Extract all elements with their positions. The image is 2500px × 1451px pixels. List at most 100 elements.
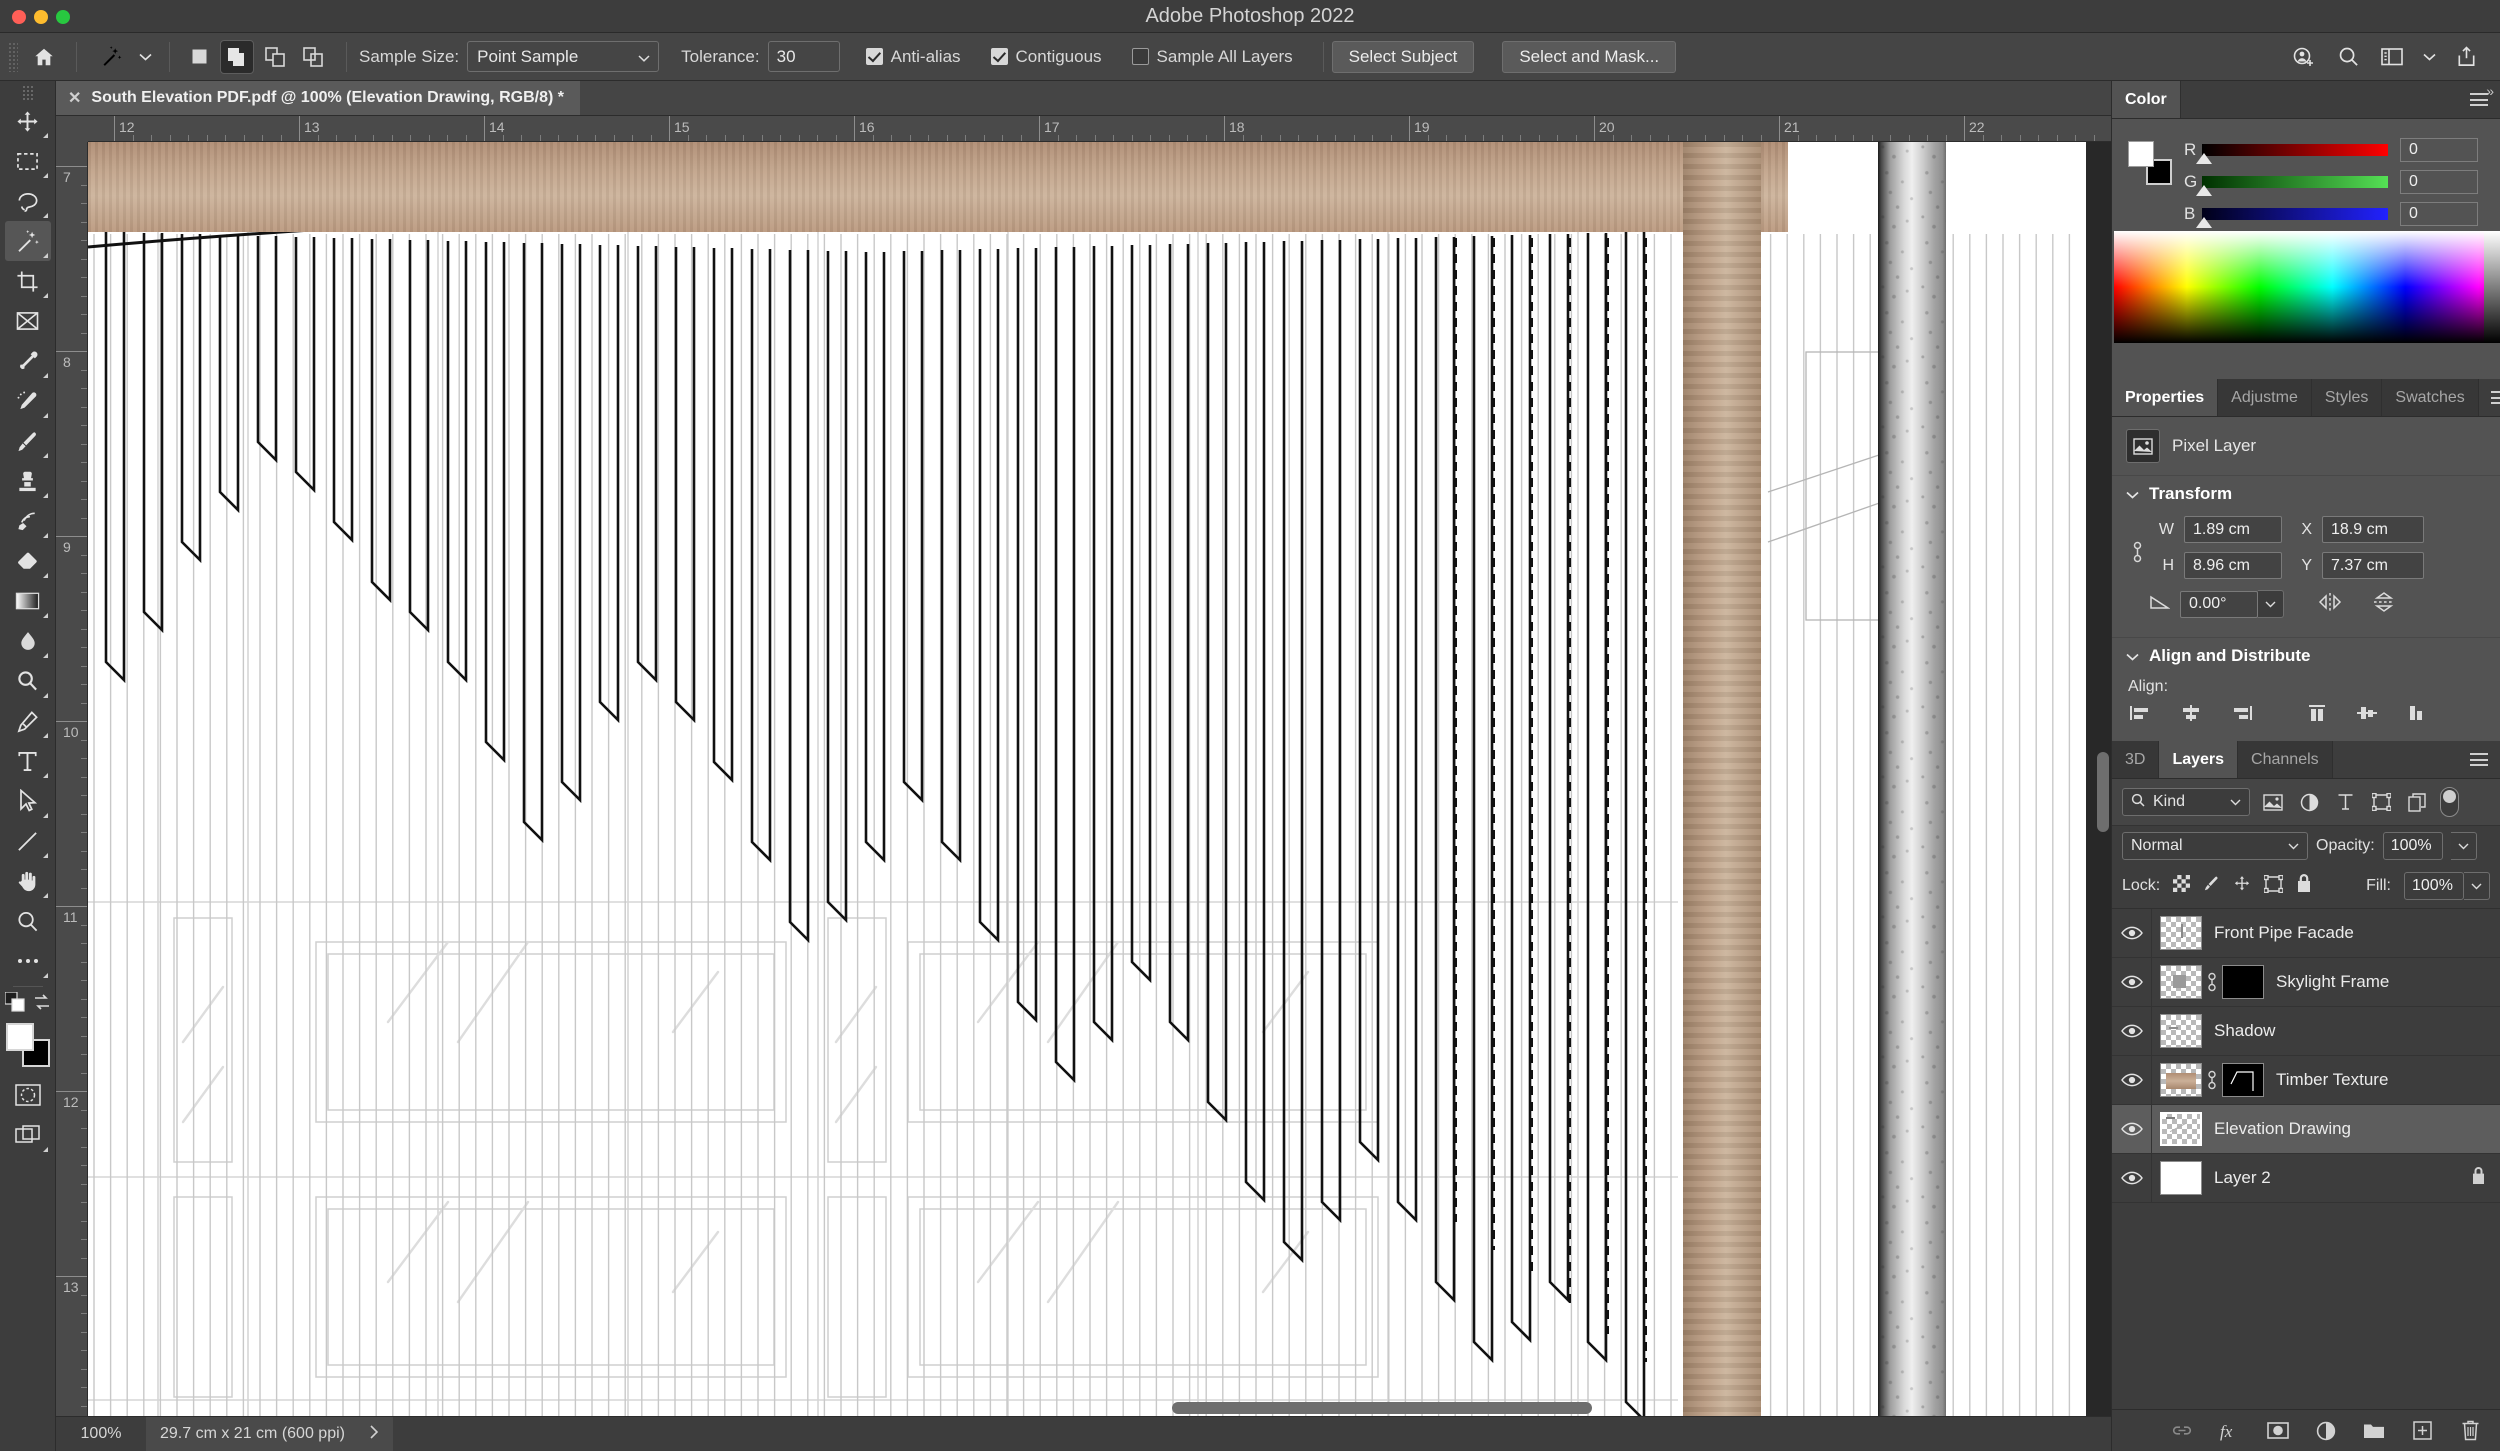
channel-value-b[interactable]: 0 [2400, 202, 2478, 226]
zoom-level[interactable]: 100% [56, 1425, 146, 1443]
new-layer-icon[interactable] [2409, 1418, 2435, 1444]
document-viewport[interactable] [88, 142, 2111, 1416]
align-center-h-icon[interactable] [2180, 704, 2202, 727]
dodge-tool[interactable] [5, 661, 51, 701]
filter-adjustment-icon[interactable] [2296, 790, 2322, 814]
flip-horizontal-icon[interactable] [2316, 592, 2344, 617]
chevron-down-icon[interactable] [2126, 646, 2139, 666]
document-tab[interactable]: ✕ South Elevation PDF.pdf @ 100% (Elevat… [56, 81, 580, 115]
align-right-icon[interactable] [2230, 704, 2252, 727]
align-center-v-icon[interactable] [2356, 704, 2378, 727]
tab-adjustments[interactable]: Adjustme [2218, 379, 2312, 416]
clone-stamp-tool[interactable] [5, 461, 51, 501]
sample-all-layers-checkbox[interactable] [1131, 48, 1149, 65]
edit-toolbar-ellipsis-icon[interactable] [5, 941, 51, 981]
layer-mask-thumbnail[interactable] [2222, 1063, 2264, 1097]
contiguous-checkbox-wrap[interactable]: Contiguous [990, 47, 1110, 67]
line-tool[interactable] [5, 821, 51, 861]
color-panel-swatches[interactable] [2128, 141, 2172, 185]
selection-mode-intersect-with-selection[interactable] [296, 40, 330, 74]
layer-row[interactable]: Shadow [2112, 1006, 2500, 1056]
layer-visibility-eye-icon[interactable] [2112, 1104, 2152, 1154]
filter-smart-object-icon[interactable] [2404, 790, 2430, 814]
active-tool-icon[interactable] [89, 39, 133, 75]
canvas-vertical-scrollbar[interactable] [2097, 172, 2109, 1412]
channel-slider-r[interactable] [2196, 144, 2388, 164]
rectangular-marquee-tool[interactable] [5, 141, 51, 181]
options-bar-grip[interactable] [8, 41, 18, 72]
layer-thumbnail[interactable] [2160, 916, 2202, 950]
tool-preset-chevron-down-icon[interactable] [133, 39, 157, 75]
quick-mask-icon[interactable] [5, 1075, 51, 1115]
chevron-down-icon[interactable] [2416, 39, 2442, 75]
link-layers-icon[interactable] [2169, 1418, 2195, 1444]
align-left-icon[interactable] [2130, 704, 2152, 727]
delete-layer-icon[interactable] [2457, 1418, 2483, 1444]
layer-style-fx-icon[interactable]: fx [2217, 1418, 2243, 1444]
layer-thumbnail[interactable] [2160, 965, 2202, 999]
layer-visibility-eye-icon[interactable] [2112, 1006, 2152, 1056]
anti-alias-checkbox[interactable] [865, 48, 883, 65]
layer-locked-icon[interactable] [2471, 1166, 2486, 1190]
channel-slider-g[interactable] [2196, 176, 2388, 196]
close-icon[interactable]: ✕ [68, 88, 81, 108]
layer-row[interactable]: Elevation Drawing [2112, 1104, 2500, 1154]
channel-value-g[interactable]: 0 [2400, 170, 2478, 194]
filter-shape-icon[interactable] [2368, 790, 2394, 814]
tab-styles[interactable]: Styles [2311, 379, 2383, 416]
align-section-header[interactable]: Align and Distribute [2112, 637, 2500, 674]
blend-mode-select[interactable]: Normal [2122, 832, 2308, 860]
panel-menu-icon[interactable] [2479, 379, 2500, 416]
selection-mode-add-to-selection[interactable] [220, 39, 254, 74]
layer-visibility-eye-icon[interactable] [2112, 1055, 2152, 1105]
eraser-tool[interactable] [5, 541, 51, 581]
hand-tool[interactable] [5, 861, 51, 901]
fill-value[interactable]: 100% [2404, 872, 2464, 900]
crop-tool[interactable] [5, 261, 51, 301]
brush-tool[interactable] [5, 421, 51, 461]
zoom-tool[interactable] [5, 901, 51, 941]
y-field[interactable]: 7.37 cm [2322, 552, 2424, 579]
filter-pixel-icon[interactable] [2260, 790, 2286, 814]
screen-mode-icon[interactable] [5, 1115, 51, 1155]
layer-thumbnail[interactable] [2160, 1161, 2202, 1195]
x-field[interactable]: 18.9 cm [2322, 516, 2424, 543]
tab-3d[interactable]: 3D [2112, 741, 2160, 778]
type-tool[interactable] [5, 741, 51, 781]
height-field[interactable]: 8.96 cm [2184, 552, 2282, 579]
layer-visibility-eye-icon[interactable] [2112, 1153, 2152, 1203]
fill-stepper-chevron-down-icon[interactable] [2464, 872, 2490, 900]
layer-row[interactable]: Timber Texture [2112, 1055, 2500, 1105]
gradient-tool[interactable] [5, 581, 51, 621]
layer-mask-thumbnail[interactable] [2222, 965, 2264, 999]
tab-color[interactable]: Color [2112, 81, 2181, 118]
transform-section-header[interactable]: Transform [2112, 475, 2500, 512]
layer-row[interactable]: Front Pipe Facade [2112, 908, 2500, 958]
horizontal-ruler[interactable]: 12 13 14 15 16 17 18 19 20 21 22 [88, 116, 2111, 142]
move-tool[interactable] [5, 101, 51, 141]
blur-tool[interactable] [5, 621, 51, 661]
sample-all-layers-checkbox-wrap[interactable]: Sample All Layers [1131, 47, 1301, 67]
slider-knob[interactable] [2196, 185, 2212, 196]
align-top-icon[interactable] [2306, 704, 2328, 727]
object-selection-tool[interactable] [4, 221, 51, 261]
frame-tool[interactable] [5, 301, 51, 341]
opacity-value[interactable]: 100% [2382, 832, 2443, 860]
layer-thumbnail[interactable] [2160, 1063, 2202, 1097]
pen-tool[interactable] [5, 701, 51, 741]
layer-thumbnail[interactable] [2160, 1112, 2202, 1146]
foreground-background-colors[interactable] [5, 1023, 50, 1067]
filter-enable-toggle[interactable] [2440, 787, 2459, 817]
share-export-icon[interactable] [2446, 39, 2486, 75]
eyedropper-tool[interactable] [5, 341, 51, 381]
spot-healing-brush-tool[interactable] [5, 381, 51, 421]
link-icon[interactable] [2126, 538, 2148, 566]
panel-menu-icon[interactable] [2458, 741, 2500, 778]
scrollbar-thumb[interactable] [2097, 752, 2109, 832]
layer-visibility-eye-icon[interactable] [2112, 908, 2152, 958]
lock-image-pixels-icon[interactable] [2203, 875, 2220, 897]
color-spectrum-grayscale-strip[interactable] [2484, 231, 2500, 343]
angle-field[interactable]: 0.00° [2180, 590, 2258, 618]
width-field[interactable]: 1.89 cm [2184, 516, 2282, 543]
tab-layers[interactable]: Layers [2159, 741, 2239, 778]
